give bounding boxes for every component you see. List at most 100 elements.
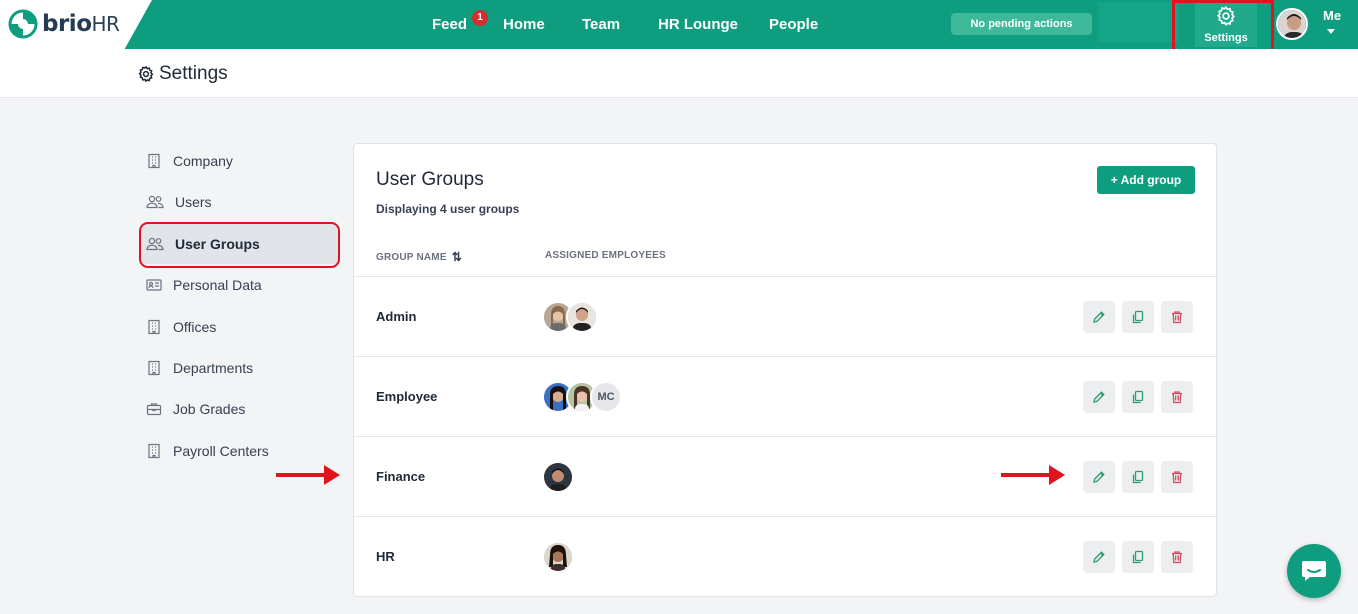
gear-icon: [138, 65, 154, 83]
users-icon: [146, 195, 164, 209]
column-header-group-name[interactable]: GROUP NAME ⇅: [376, 250, 462, 264]
assigned-avatars: [542, 301, 598, 333]
pending-actions-button[interactable]: No pending actions: [951, 13, 1092, 35]
trash-icon: [1172, 551, 1182, 564]
sidebar-item-label: Departments: [173, 360, 254, 376]
table-row[interactable]: Finance: [354, 436, 1216, 516]
avatar-initials[interactable]: MC: [590, 381, 622, 413]
table-row[interactable]: Admin: [354, 276, 1216, 356]
copy-icon: [1132, 550, 1144, 564]
building-icon: [148, 319, 160, 335]
card-title: User Groups: [376, 169, 484, 190]
page-header: Settings: [0, 49, 1358, 98]
table-row[interactable]: HR: [354, 516, 1216, 596]
group-name[interactable]: Employee: [376, 389, 437, 404]
duplicate-button[interactable]: [1122, 461, 1154, 493]
sidebar-item-users[interactable]: Users: [140, 182, 338, 222]
sidebar-item-payroll-centers[interactable]: Payroll Centers: [140, 431, 338, 471]
pencil-icon: [1093, 391, 1105, 403]
person-photo-icon: [1278, 10, 1306, 38]
edit-button[interactable]: [1083, 381, 1115, 413]
trash-icon: [1172, 311, 1182, 324]
delete-button[interactable]: [1161, 541, 1193, 573]
me-menu-label[interactable]: Me: [1323, 8, 1341, 23]
briefcase-icon: [146, 403, 162, 416]
sidebar-item-label: Offices: [173, 319, 217, 335]
column-header-assigned: ASSIGNED EMPLOYEES: [545, 250, 666, 261]
nav-people[interactable]: People: [769, 0, 818, 49]
table-row[interactable]: Employee MC: [354, 356, 1216, 436]
nav-team[interactable]: Team: [582, 0, 620, 49]
person-photo-icon: [544, 543, 572, 571]
pencil-icon: [1093, 471, 1105, 483]
my-avatar[interactable]: [1276, 8, 1308, 40]
id-card-icon: [146, 279, 162, 291]
person-photo-icon: [544, 463, 572, 491]
sidebar-item-label: Company: [173, 153, 233, 169]
brio-logo-icon: [8, 9, 38, 39]
group-name[interactable]: Finance: [376, 469, 425, 484]
delete-button[interactable]: [1161, 301, 1193, 333]
sidebar-item-company[interactable]: Company: [140, 141, 338, 181]
pencil-icon: [1093, 311, 1105, 323]
row-actions: [1083, 541, 1200, 573]
nav-home[interactable]: Home: [503, 0, 545, 49]
add-group-button[interactable]: + Add group: [1097, 166, 1195, 194]
edit-button[interactable]: [1083, 461, 1115, 493]
group-count-text: Displaying 4 user groups: [376, 202, 520, 216]
user-groups-card: User Groups Displaying 4 user groups + A…: [353, 143, 1217, 597]
sidebar-item-offices[interactable]: Offices: [140, 307, 338, 347]
row-actions: [1083, 461, 1200, 493]
group-name[interactable]: HR: [376, 549, 395, 564]
sidebar-item-departments[interactable]: Departments: [140, 348, 338, 388]
top-nav-bar: brioHR Feed 1 Home Team HR Lounge People…: [0, 0, 1358, 49]
annotation-arrow-finance: [276, 465, 340, 485]
page-title: Settings: [159, 63, 228, 84]
row-actions: [1083, 381, 1200, 413]
delete-button[interactable]: [1161, 381, 1193, 413]
assigned-avatars: [542, 541, 574, 573]
sidebar-item-label: Payroll Centers: [173, 443, 269, 459]
sidebar-item-job-grades[interactable]: Job Grades: [140, 389, 338, 429]
assigned-avatars: MC: [542, 381, 622, 413]
edit-button[interactable]: [1083, 541, 1115, 573]
avatar[interactable]: [566, 301, 598, 333]
edit-button[interactable]: [1083, 301, 1115, 333]
chat-widget-button[interactable]: [1287, 544, 1341, 598]
logo-text-brio: brio: [42, 11, 92, 37]
duplicate-button[interactable]: [1122, 301, 1154, 333]
duplicate-button[interactable]: [1122, 541, 1154, 573]
building-icon: [148, 443, 160, 459]
column-header-label: GROUP NAME: [376, 252, 447, 263]
copy-icon: [1132, 390, 1144, 404]
nav-blank-tab: [1098, 2, 1178, 42]
logo-text-hr: HR: [91, 12, 120, 36]
user-groups-highlight-box: [139, 222, 340, 268]
copy-icon: [1132, 470, 1144, 484]
sidebar-item-label: Job Grades: [173, 401, 246, 417]
sidebar-item-label: Personal Data: [173, 277, 262, 293]
group-name[interactable]: Admin: [376, 309, 416, 324]
sidebar-item-label: Users: [175, 194, 212, 210]
copy-icon: [1132, 310, 1144, 324]
caret-down-icon[interactable]: [1327, 29, 1335, 34]
feed-notification-badge: 1: [472, 10, 488, 26]
person-photo-icon: [568, 303, 596, 331]
nav-feed[interactable]: Feed: [432, 0, 467, 49]
assigned-avatars: [542, 461, 574, 493]
sidebar-item-personal-data[interactable]: Personal Data: [140, 265, 338, 305]
avatar[interactable]: [542, 461, 574, 493]
building-icon: [148, 360, 160, 376]
pencil-icon: [1093, 551, 1105, 563]
trash-icon: [1172, 391, 1182, 404]
duplicate-button[interactable]: [1122, 381, 1154, 413]
delete-button[interactable]: [1161, 461, 1193, 493]
nav-hr-lounge[interactable]: HR Lounge: [658, 0, 738, 49]
brio-hr-logo[interactable]: brioHR: [8, 9, 120, 39]
row-actions: [1083, 301, 1200, 333]
building-icon: [148, 153, 160, 169]
avatar[interactable]: [542, 541, 574, 573]
trash-icon: [1172, 471, 1182, 484]
sort-icon[interactable]: ⇅: [452, 250, 462, 264]
chat-bubble-icon: [1302, 561, 1326, 581]
